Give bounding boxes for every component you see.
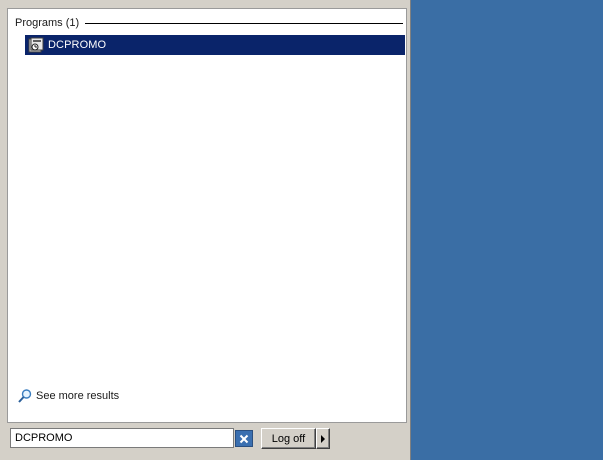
dcpromo-app-icon <box>28 37 44 53</box>
programs-group-title: Programs (1) <box>15 17 80 29</box>
see-more-results-label: See more results <box>36 390 120 402</box>
triangle-right-icon <box>321 434 325 443</box>
search-input[interactable] <box>10 428 234 448</box>
power-options-arrow-button[interactable] <box>316 428 330 449</box>
group-divider <box>85 22 403 24</box>
search-results-pane: Programs (1) DCPROMO See more results <box>7 8 407 423</box>
start-menu: Programs (1) DCPROMO See more results DC… <box>0 0 411 460</box>
clear-search-icon <box>239 434 249 443</box>
result-item-dcpromo[interactable]: DCPROMO <box>25 35 405 55</box>
see-more-results-link[interactable]: See more results <box>17 387 119 405</box>
programs-group-header: Programs (1) <box>15 16 403 30</box>
log-off-button[interactable]: Log off <box>261 428 316 449</box>
result-item-label: DCPROMO <box>48 39 107 51</box>
desktop-background <box>411 0 603 460</box>
clear-search-button[interactable] <box>235 430 253 447</box>
magnifier-icon <box>17 388 33 404</box>
log-off-label: Log off <box>271 432 306 445</box>
